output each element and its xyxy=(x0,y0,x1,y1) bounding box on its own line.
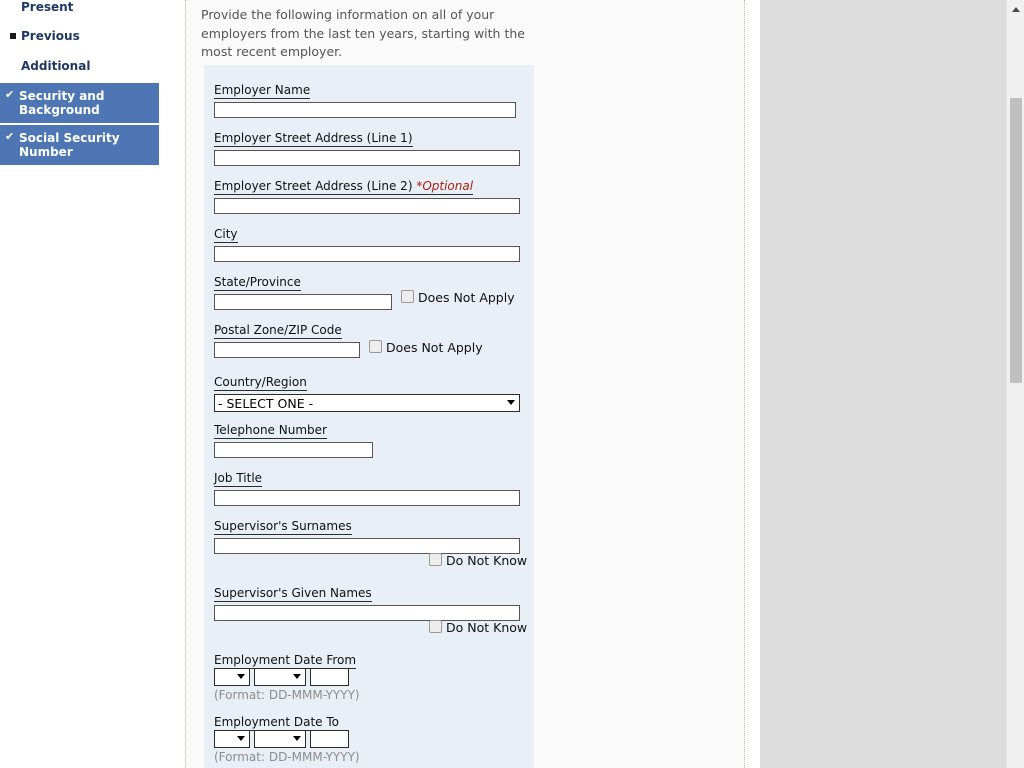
checkbox-label: Do Not Know xyxy=(446,620,528,635)
field-label: Employment Date From xyxy=(214,653,357,669)
field-label: Employer Name xyxy=(214,83,311,99)
state-does-not-apply-checkbox-row[interactable]: Does Not Apply xyxy=(401,290,515,305)
field-label: Postal Zone/ZIP Code xyxy=(214,323,342,339)
employment-date-to-month-value xyxy=(255,731,305,732)
sidebar-item-additional[interactable]: Additional xyxy=(0,59,159,74)
employment-date-from-day-value xyxy=(215,669,249,670)
field-job-title: Job Title xyxy=(214,467,520,506)
sidebar-item-security-and-background[interactable]: ✔ Security and Background xyxy=(0,83,159,123)
field-employment-date-from: Employment Date From xyxy=(214,649,357,669)
employment-date-from-month-select[interactable] xyxy=(254,668,306,686)
chevron-down-icon xyxy=(293,736,301,741)
checkbox-icon[interactable] xyxy=(429,620,442,633)
field-employment-date-to: Employment Date To xyxy=(214,711,339,731)
page-scrollbar[interactable] xyxy=(1006,0,1024,768)
employment-date-from-year-input[interactable] xyxy=(310,668,349,686)
employer-form-panel: Employer Name Employer Street Address (L… xyxy=(204,65,534,768)
sidebar-item-label: Previous xyxy=(21,29,80,43)
sidebar-item-previous[interactable]: Previous xyxy=(0,29,159,44)
checkmark-icon: ✔ xyxy=(5,88,15,101)
employer-name-input[interactable] xyxy=(214,102,516,118)
sidebar-item-present[interactable]: Present xyxy=(0,0,159,15)
field-employer-name: Employer Name xyxy=(214,79,516,118)
field-label: Employer Street Address (Line 2) *Option… xyxy=(214,179,474,195)
employment-date-to-month-select[interactable] xyxy=(254,730,306,748)
postal-does-not-apply-checkbox-row[interactable]: Does Not Apply xyxy=(369,340,483,355)
field-label: Employer Street Address (Line 1) xyxy=(214,131,413,147)
employment-date-to-day-value xyxy=(215,731,249,732)
employment-date-from-row xyxy=(214,668,349,687)
supervisor-given-do-not-know-checkbox-row[interactable]: Do Not Know xyxy=(429,620,527,635)
checkbox-icon[interactable] xyxy=(429,553,442,566)
employment-date-to-day-select[interactable] xyxy=(214,730,250,748)
content-column: Provide the following information on all… xyxy=(185,0,745,768)
employment-date-to-year-input[interactable] xyxy=(310,730,349,748)
checkmark-icon: ✔ xyxy=(5,130,15,143)
caret-up-icon xyxy=(1012,7,1020,12)
checkbox-label: Do Not Know xyxy=(446,553,528,568)
supervisor-surnames-do-not-know-checkbox-row[interactable]: Do Not Know xyxy=(429,553,527,568)
checkbox-icon[interactable] xyxy=(401,290,414,303)
field-country-region: Country/Region - SELECT ONE - xyxy=(214,371,534,412)
field-label: City xyxy=(214,227,238,243)
right-gray-pane xyxy=(760,0,1006,768)
field-label: Telephone Number xyxy=(214,423,327,439)
page-root: Present Previous Additional ✔ Security a… xyxy=(0,0,1024,768)
field-supervisor-surnames: Supervisor's Surnames xyxy=(214,515,520,554)
field-label-text: Employer Street Address (Line 2) xyxy=(214,179,413,193)
field-label: Job Title xyxy=(214,471,263,487)
chevron-down-icon xyxy=(507,400,515,405)
sidebar-item-label: Security and Background xyxy=(19,89,105,117)
country-region-select[interactable]: - SELECT ONE - xyxy=(214,394,520,412)
employment-date-from-format-hint: (Format: DD-MMM-YYYY) xyxy=(214,688,360,702)
sidebar-item-social-security-number[interactable]: ✔ Social Security Number xyxy=(0,125,159,165)
state-province-input[interactable] xyxy=(214,294,392,310)
street-address-2-input[interactable] xyxy=(214,198,520,214)
optional-marker: *Optional xyxy=(416,179,474,193)
field-label: Supervisor's Given Names xyxy=(214,586,372,602)
scroll-up-arrow-button[interactable] xyxy=(1007,0,1024,17)
checkbox-label: Does Not Apply xyxy=(418,290,515,305)
employment-date-to-row xyxy=(214,730,349,749)
field-street-address-1: Employer Street Address (Line 1) xyxy=(214,127,520,166)
city-input[interactable] xyxy=(214,246,520,262)
field-label: Supervisor's Surnames xyxy=(214,519,352,535)
instructions-text: Provide the following information on all… xyxy=(201,7,525,59)
field-postal-zip: Postal Zone/ZIP Code xyxy=(214,319,360,358)
employment-date-from-day-select[interactable] xyxy=(214,668,250,686)
street-address-1-input[interactable] xyxy=(214,150,520,166)
scrollbar-thumb[interactable] xyxy=(1010,98,1022,383)
field-city: City xyxy=(214,223,520,262)
sidebar-item-label: Additional xyxy=(21,59,91,73)
field-label: Country/Region xyxy=(214,375,307,391)
supervisor-given-names-input[interactable] xyxy=(214,605,520,621)
postal-zip-input[interactable] xyxy=(214,342,360,358)
checkbox-label: Does Not Apply xyxy=(386,340,483,355)
employment-date-from-month-value xyxy=(255,669,305,670)
chevron-down-icon xyxy=(293,674,301,679)
field-state-province: State/Province xyxy=(214,271,392,310)
employment-date-to-format-hint: (Format: DD-MMM-YYYY) xyxy=(214,750,360,764)
telephone-number-input[interactable] xyxy=(214,442,373,458)
job-title-input[interactable] xyxy=(214,490,520,506)
field-label: Employment Date To xyxy=(214,715,339,731)
chevron-down-icon xyxy=(237,736,245,741)
bullet-square-icon xyxy=(10,33,16,39)
field-telephone-number: Telephone Number xyxy=(214,419,373,458)
supervisor-surnames-input[interactable] xyxy=(214,538,520,554)
checkbox-icon[interactable] xyxy=(369,340,382,353)
field-street-address-2: Employer Street Address (Line 2) *Option… xyxy=(214,175,520,214)
country-region-selected-value: - SELECT ONE - xyxy=(218,396,314,411)
field-label: State/Province xyxy=(214,275,301,291)
chevron-down-icon xyxy=(237,674,245,679)
sidebar-item-label: Present xyxy=(21,0,74,14)
sidebar-item-label: Social Security Number xyxy=(19,131,120,159)
field-supervisor-given-names: Supervisor's Given Names xyxy=(214,582,520,621)
sidebar: Present Previous Additional ✔ Security a… xyxy=(0,0,159,768)
